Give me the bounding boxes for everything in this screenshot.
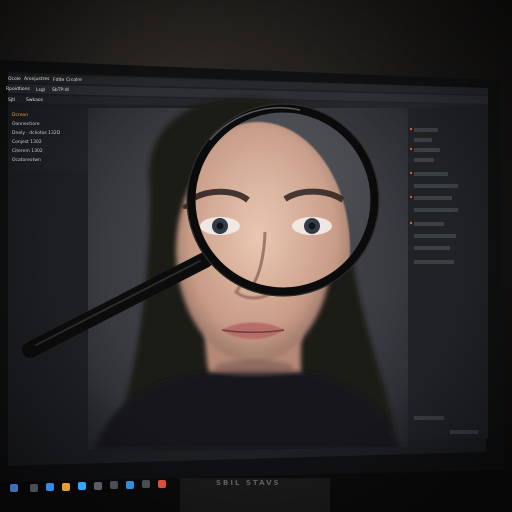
tab-1[interactable]: Sjtl xyxy=(8,98,15,103)
menu-item-1[interactable]: Ocole xyxy=(8,77,21,82)
app-icon[interactable] xyxy=(110,481,118,489)
browser-icon[interactable] xyxy=(46,483,54,491)
start-icon[interactable] xyxy=(10,484,18,492)
toolbar-item-3[interactable]: SbTP:dl xyxy=(52,88,69,93)
toolbar-item-2[interactable]: Lsgl xyxy=(36,88,45,93)
monitor-photo xyxy=(0,0,512,512)
menu-item-4[interactable]: Crcolre xyxy=(66,78,82,83)
layer-item-2[interactable]: Oonnectiore xyxy=(12,122,40,127)
app-icon[interactable] xyxy=(142,480,150,488)
app-icon[interactable] xyxy=(94,482,102,490)
layer-item-1[interactable]: Dcreon xyxy=(12,113,28,118)
folder-icon[interactable] xyxy=(62,483,70,491)
menu-item-3[interactable]: Fdlte xyxy=(53,78,64,83)
menu-item-2[interactable]: Aronjustres xyxy=(24,77,50,82)
tab-2[interactable]: Swkaos xyxy=(26,98,43,103)
photo-scene: Ocole Aronjustres Fdlte Crcolre Rpoidtio… xyxy=(0,0,512,512)
layer-item-3[interactable]: Dnely · dcliotos 132D xyxy=(12,131,60,136)
layer-item-4[interactable]: Conjest 1302 xyxy=(12,140,42,145)
toolbar-item-1[interactable]: Rpoidtions xyxy=(6,87,30,92)
layer-item-6[interactable]: Ocatoreotwn xyxy=(12,158,41,163)
app-icon[interactable] xyxy=(158,480,166,488)
layer-item-5[interactable]: Citerem 1302 xyxy=(12,149,43,154)
search-icon[interactable] xyxy=(30,484,38,492)
editor-app-icon[interactable] xyxy=(78,482,86,490)
monitor-brand-label: SBIL STAVS xyxy=(216,479,281,487)
app-icon[interactable] xyxy=(126,481,134,489)
